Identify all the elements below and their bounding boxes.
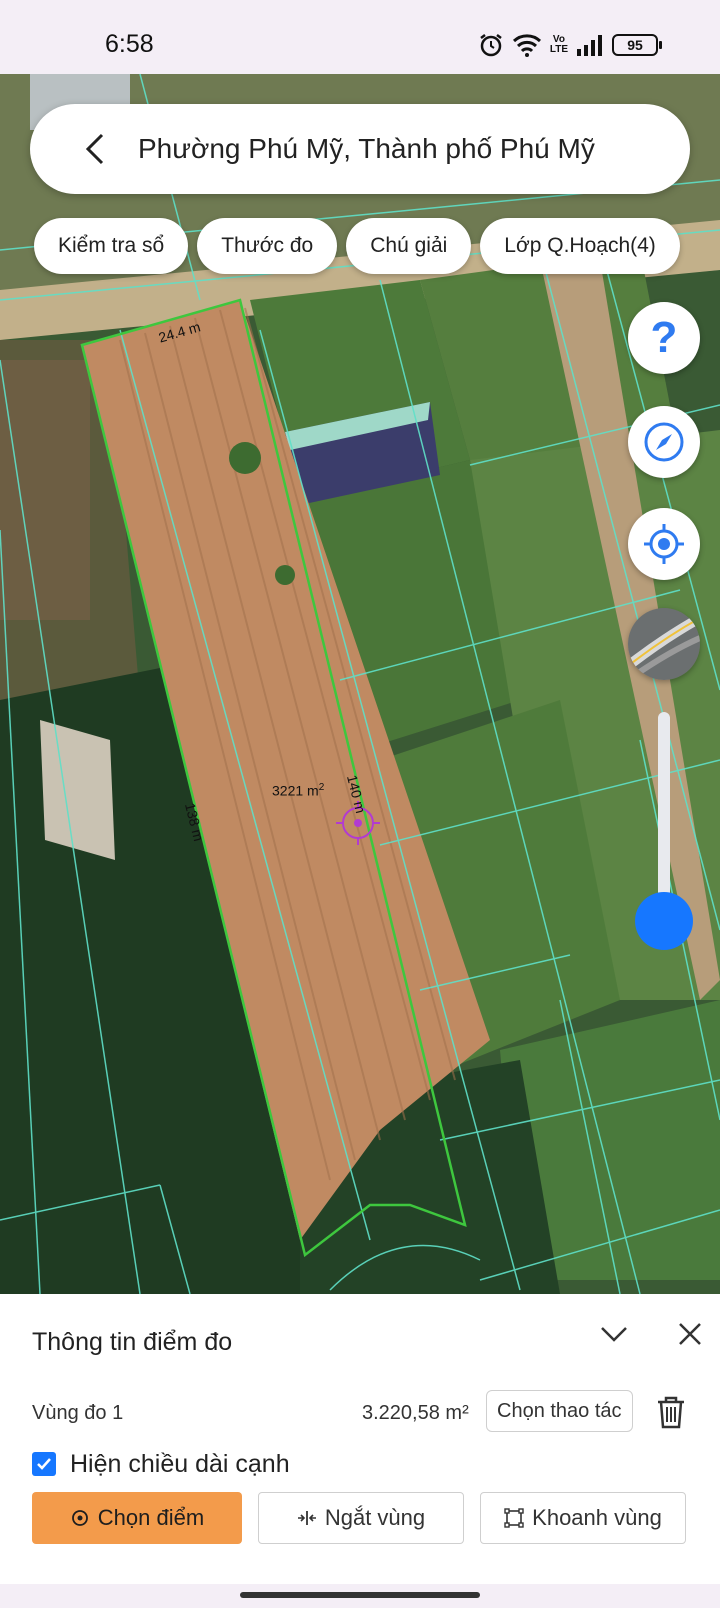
- alarm-icon: [480, 34, 502, 57]
- target-point-icon: [71, 1510, 88, 1526]
- zone-area: 3.220,58 m²: [362, 1402, 469, 1424]
- split-icon: [297, 1511, 316, 1525]
- area-label: 3221 m2: [272, 782, 325, 799]
- back-button[interactable]: [70, 124, 120, 174]
- zoom-slider-track[interactable]: [658, 712, 670, 922]
- volte-icon: Vo LTE: [549, 34, 568, 55]
- show-edge-length-label: Hiện chiều dài cạnh: [70, 1449, 290, 1478]
- question-icon: ?: [650, 313, 678, 362]
- back-arrow-icon: [85, 133, 104, 165]
- help-button[interactable]: ?: [628, 302, 700, 374]
- split-zone-button[interactable]: Ngắt vùng: [258, 1492, 464, 1544]
- zone-row: Vùng đo 1 3.220,58 m² Chọn thao tác: [32, 1390, 692, 1436]
- location-target-icon: [644, 524, 684, 564]
- home-gesture-pill[interactable]: [240, 1592, 480, 1598]
- chip-legend[interactable]: Chú giải: [346, 218, 472, 274]
- battery-icon: 95: [612, 34, 662, 56]
- my-location-button[interactable]: [628, 508, 700, 580]
- pick-point-button[interactable]: Chọn điểm: [32, 1492, 242, 1544]
- delete-zone-button[interactable]: [654, 1394, 688, 1430]
- show-edge-length-checkbox[interactable]: [32, 1452, 56, 1476]
- status-bar: 6:58 Vo LTE 95: [0, 0, 720, 74]
- chip-check-certificate[interactable]: Kiểm tra sổ: [34, 218, 189, 274]
- road-layer-thumbnail-icon: [628, 608, 700, 680]
- status-time: 6:58: [105, 30, 154, 58]
- location-title: Phường Phú Mỹ, Thành phố Phú Mỹ: [138, 133, 595, 164]
- zone-name: Vùng đo 1: [32, 1402, 124, 1424]
- navigation-bar: [0, 1584, 720, 1608]
- draw-area-icon: [504, 1508, 524, 1528]
- collapse-panel-button[interactable]: [594, 1314, 634, 1354]
- split-zone-label: Ngắt vùng: [324, 1505, 426, 1530]
- panel-title: Thông tin điểm đo: [32, 1328, 233, 1356]
- zoom-slider-handle[interactable]: [635, 892, 693, 950]
- choose-action-button[interactable]: Chọn thao tác: [486, 1390, 633, 1432]
- draw-zone-label: Khoanh vùng: [532, 1505, 662, 1530]
- compass-icon: [644, 422, 684, 462]
- map-tool-chips: Kiểm tra sổ Thước đo Chú giải Lớp Q.Hoạc…: [34, 218, 680, 274]
- pick-point-label: Chọn điểm: [97, 1505, 205, 1530]
- signal-icon: [577, 35, 602, 56]
- status-icons: Vo LTE 95: [478, 32, 662, 58]
- chip-measure[interactable]: Thước đo: [197, 218, 338, 274]
- location-search-bar[interactable]: Phường Phú Mỹ, Thành phố Phú Mỹ: [30, 104, 690, 194]
- wifi-icon: [512, 34, 541, 57]
- checkmark-icon: [37, 1458, 51, 1470]
- map-layer-toggle[interactable]: [628, 608, 700, 680]
- draw-zone-button[interactable]: Khoanh vùng: [480, 1492, 686, 1544]
- compass-button[interactable]: [628, 406, 700, 478]
- measurement-info-panel: Thông tin điểm đo Vùng đo 1 3.220,58 m² …: [0, 1294, 720, 1584]
- chip-planning-layers[interactable]: Lớp Q.Hoạch(4): [480, 218, 680, 274]
- close-icon: [679, 1323, 701, 1345]
- show-edge-length-row[interactable]: Hiện chiều dài cạnh: [32, 1442, 290, 1486]
- chevron-down-icon: [601, 1327, 627, 1342]
- close-panel-button[interactable]: [670, 1314, 710, 1354]
- trash-icon: [658, 1396, 684, 1429]
- measure-actions: Chọn điểm Ngắt vùng Khoanh vùng: [32, 1492, 686, 1544]
